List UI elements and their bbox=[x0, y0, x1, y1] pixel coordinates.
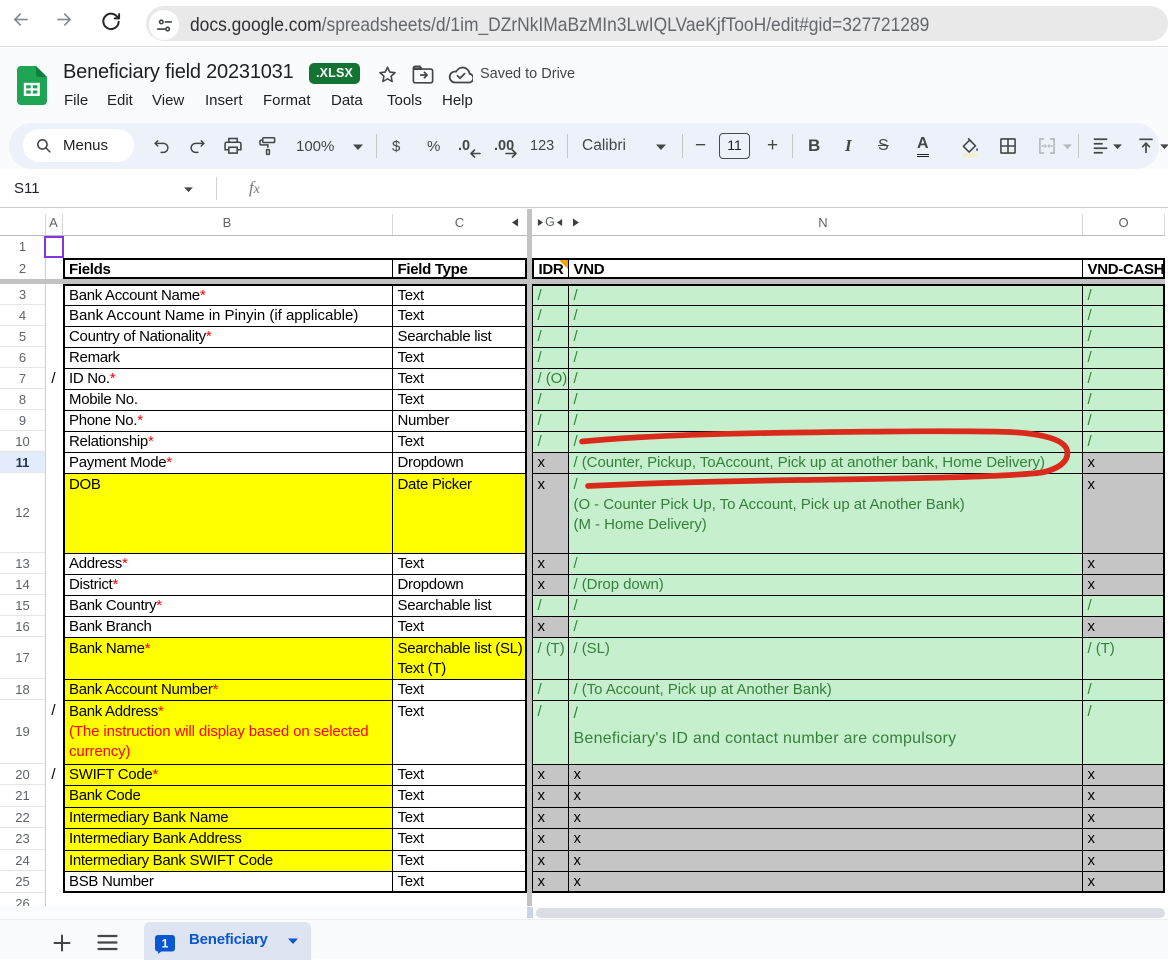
svg-text:1: 1 bbox=[162, 937, 169, 951]
